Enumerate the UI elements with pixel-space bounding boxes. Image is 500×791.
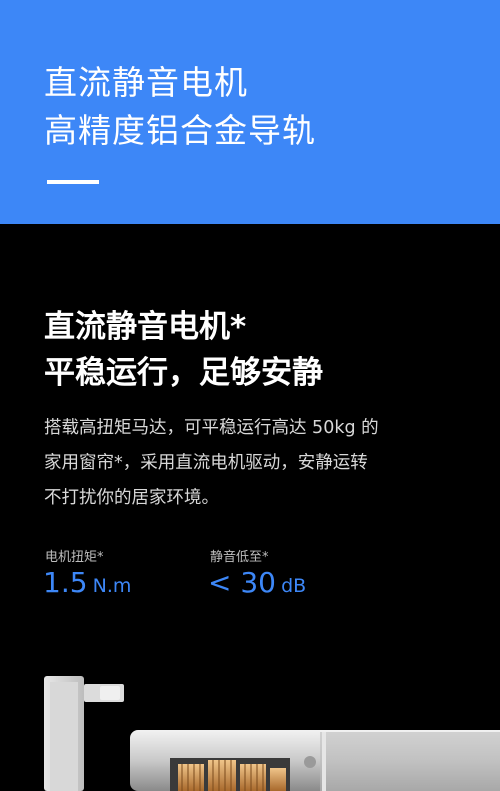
feature-description: 搭载高扭矩马达，可平稳运行高达 50kg 的 家用窗帘*，采用直流电机驱动，安静… [44,411,464,516]
header-title-line1: 直流静音电机 [44,63,248,102]
description-line: 不打扰你的居家环境。 [44,488,219,508]
torque-unit: N.m [92,575,132,597]
rail-clip-tab [100,686,120,700]
motor-can [320,732,500,791]
torque-label: 电机扭矩* [45,550,104,565]
torque-number: 1.5 [43,566,88,599]
header-divider [47,180,99,184]
header-title-line2: 高精度铝合金导轨 [44,111,316,150]
description-line: 搭载高扭矩马达，可平稳运行高达 50kg 的 [44,418,379,438]
motor-product-image [44,676,500,791]
motor-seam [322,732,326,791]
motor-screw [304,756,316,768]
noise-label: 静音低至* [210,550,269,565]
header-banner: 直流静音电机 高精度铝合金导轨 [0,0,500,224]
noise-number: < 30 [208,566,276,599]
feature-title-line2: 平稳运行，足够安静 [44,355,323,391]
noise-value: < 30 dB [208,566,306,599]
feature-title-line1: 直流静音电机* [44,309,247,345]
description-line: 家用窗帘*，采用直流电机驱动，安静运转 [44,453,368,473]
noise-unit: dB [281,575,307,597]
rail-bracket-inner [50,682,78,791]
torque-value: 1.5 N.m [43,566,131,599]
